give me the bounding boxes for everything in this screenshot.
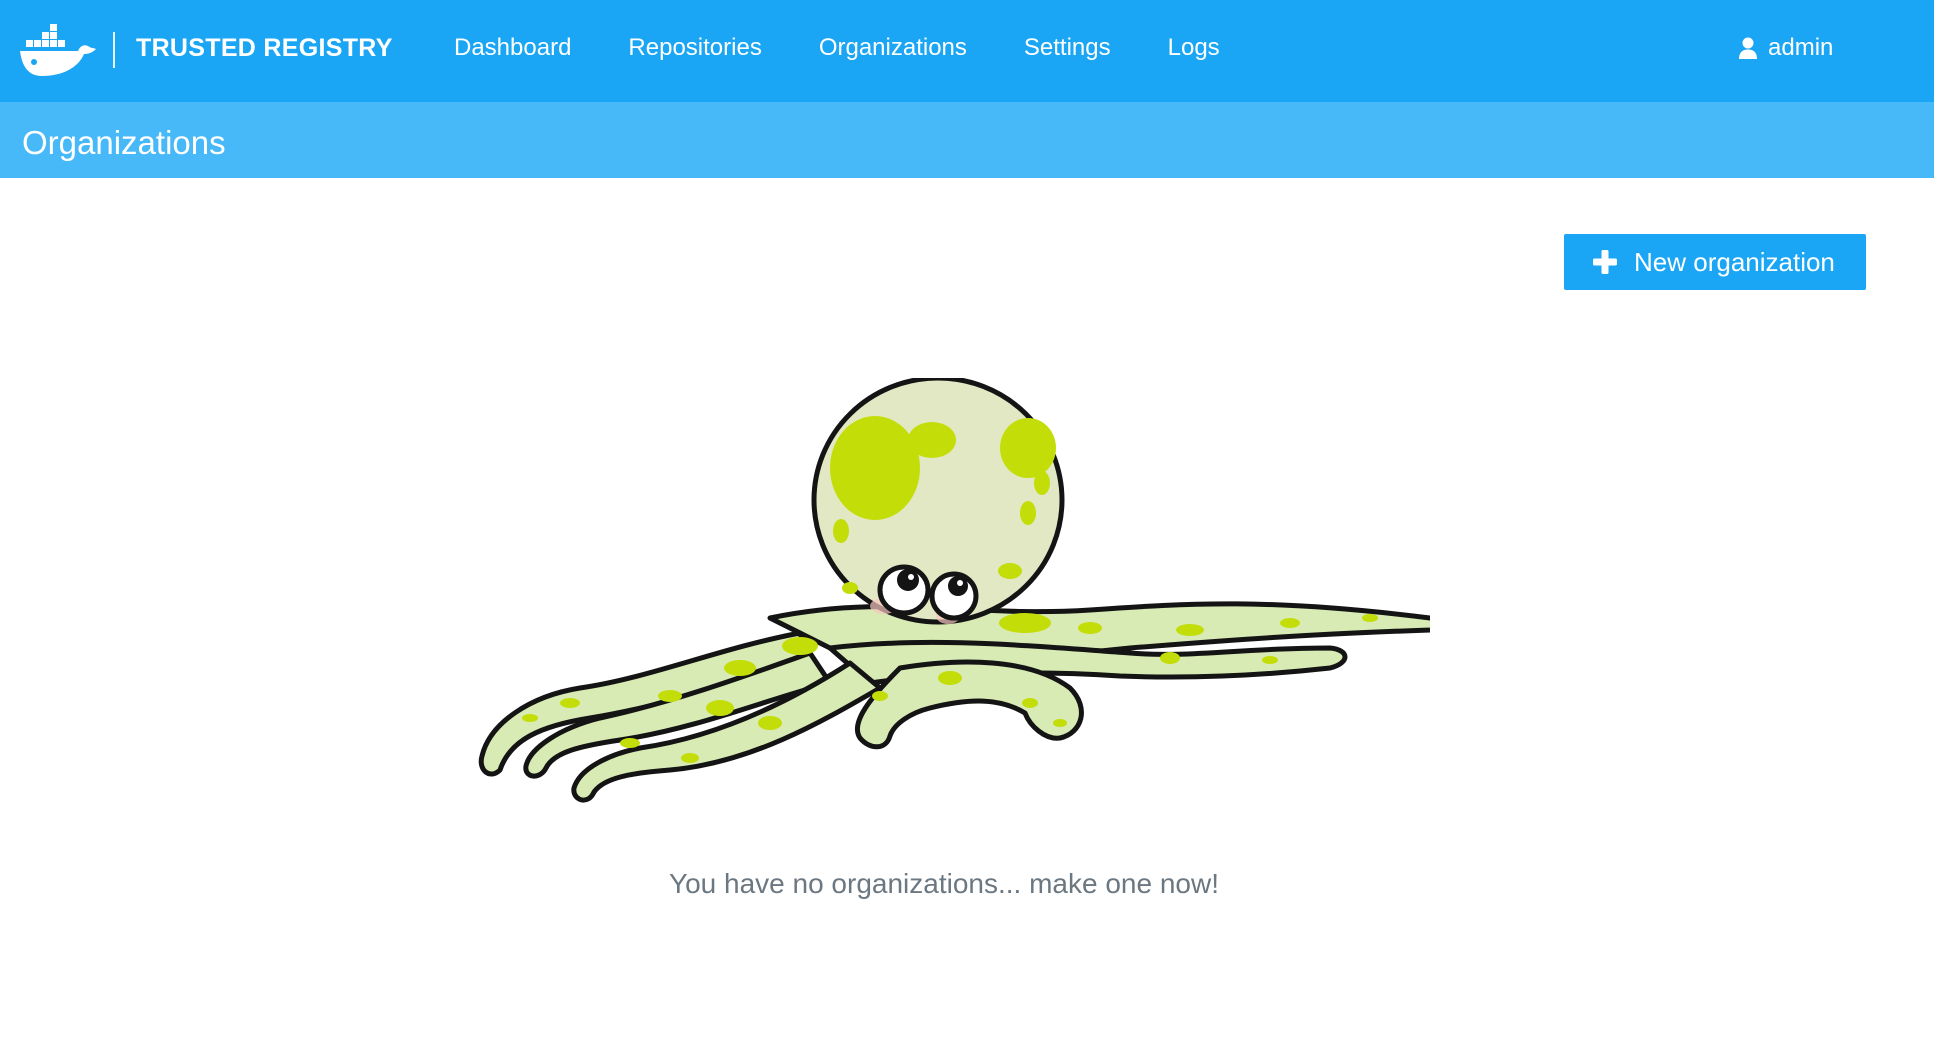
page-header: Organizations: [0, 102, 1934, 178]
brand-divider: [113, 32, 115, 68]
nav-logs[interactable]: Logs: [1168, 34, 1220, 62]
main-nav: Dashboard Repositories Organizations Set…: [454, 34, 1277, 62]
empty-state-message: You have no organizations... make one no…: [668, 868, 1219, 899]
nav-dashboard[interactable]: Dashboard: [454, 34, 571, 62]
top-navbar: TRUSTED REGISTRY Dashboard Repositories …: [0, 0, 1934, 102]
page-title: Organizations: [22, 124, 226, 161]
user-icon: [1739, 37, 1757, 59]
nav-repositories[interactable]: Repositories: [628, 34, 761, 62]
plus-icon: [1593, 250, 1617, 274]
user-name: admin: [1768, 34, 1834, 61]
nav-settings[interactable]: Settings: [1024, 34, 1111, 62]
brand-title[interactable]: TRUSTED REGISTRY: [136, 34, 393, 63]
user-menu[interactable]: admin: [1738, 34, 1833, 62]
nav-organizations[interactable]: Organizations: [819, 34, 967, 62]
octopus-illustration: [470, 375, 1452, 808]
new-organization-label: New organization: [1634, 246, 1835, 277]
docker-whale-icon[interactable]: [20, 24, 96, 78]
new-organization-button[interactable]: New organization: [1564, 234, 1866, 290]
